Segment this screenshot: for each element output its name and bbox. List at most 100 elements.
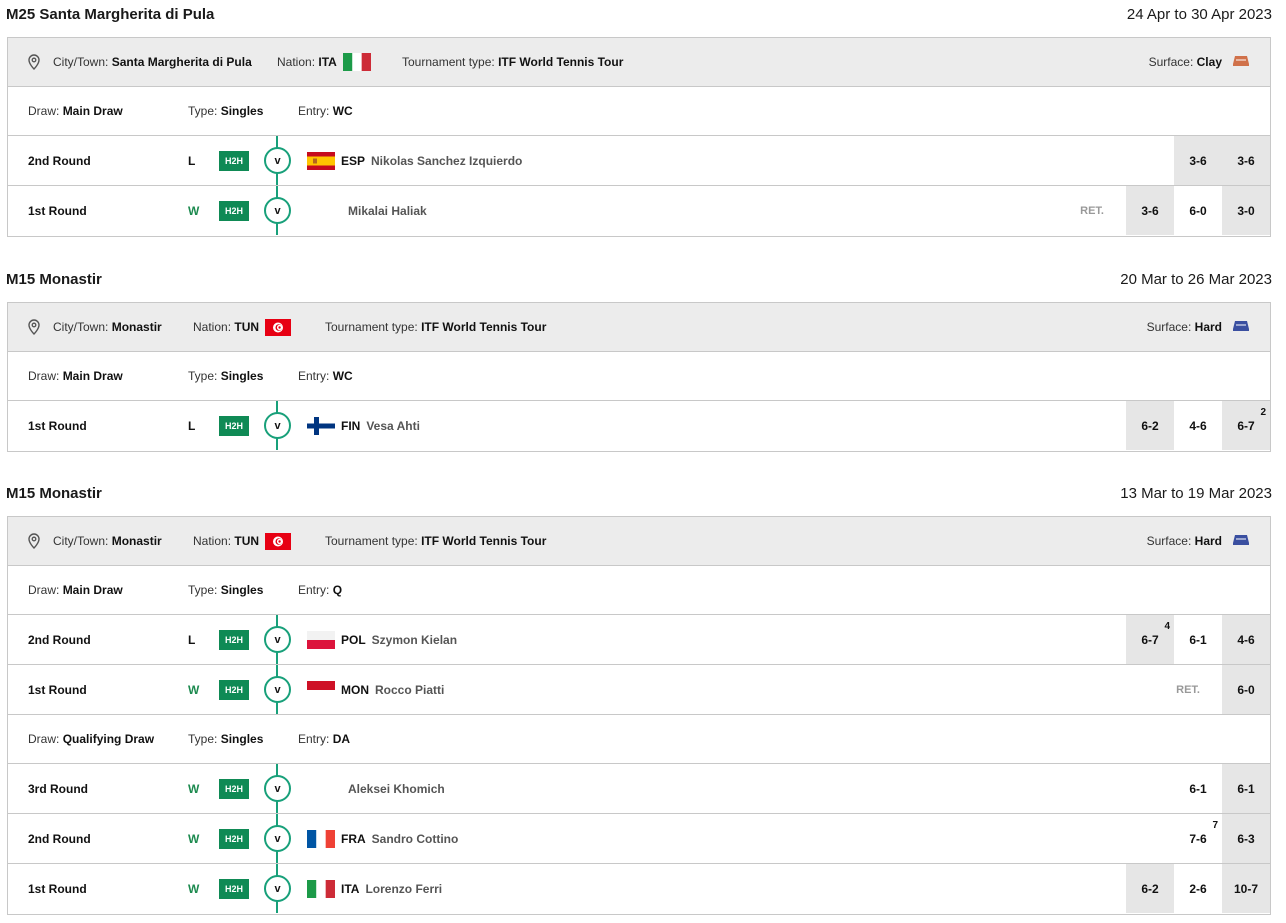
tournament-info-row: City/Town: Santa Margherita di Pula Natio… bbox=[8, 38, 1270, 87]
tunisia-flag bbox=[265, 532, 292, 550]
tournament-info-row: City/Town: Monastir Nation: TUN Tournament… bbox=[8, 303, 1270, 352]
h2h-button[interactable]: H2H bbox=[219, 828, 249, 849]
opponent: POL Szymon Kielan bbox=[341, 615, 457, 664]
h2h-button[interactable]: H2H bbox=[219, 150, 249, 171]
match-detail-button[interactable]: v bbox=[264, 197, 291, 224]
tournament-header: M15 Monastir 13 Mar to 19 Mar 2023 bbox=[6, 479, 1272, 507]
h2h-button[interactable]: H2H bbox=[219, 778, 249, 799]
draw-type-value: Singles bbox=[220, 104, 264, 118]
entry-value: WC bbox=[332, 369, 353, 383]
h2h-button-wrap: H2H bbox=[219, 615, 249, 664]
set-score-value: 3-6 bbox=[1189, 153, 1207, 168]
match-detail-button[interactable]: v bbox=[264, 147, 291, 174]
match-detail-button[interactable]: v bbox=[264, 412, 291, 439]
set-score: 6-2 bbox=[1126, 401, 1174, 450]
entry-field: Entry: WC bbox=[298, 87, 353, 135]
draw-type-field: Type: Singles bbox=[188, 352, 263, 400]
opponent-name-link[interactable]: Aleksei Khomich bbox=[348, 782, 445, 796]
match-row: 2nd Round L H2H v POL Szymon Kielan 6-7 4 6-1 4-6 bbox=[8, 615, 1270, 665]
round-label: 1st Round bbox=[28, 682, 87, 697]
surface-field: Surface: Hard bbox=[1147, 303, 1250, 351]
draw-type-field: Type: Singles bbox=[188, 715, 263, 763]
match-row: 2nd Round W H2H v FRA Sandro Cottino 7-6 7 6-3 bbox=[8, 814, 1270, 864]
match-row: 3rd Round W H2H v Aleksei Khomich 6-1 6-1 bbox=[8, 764, 1270, 814]
tournament-name[interactable]: M15 Monastir bbox=[6, 271, 102, 288]
surface-field: Surface: Hard bbox=[1147, 517, 1250, 565]
draw-label: Draw: bbox=[28, 369, 60, 383]
tournament-type-field: Tournament type: ITF World Tennis Tour bbox=[325, 517, 546, 565]
set-score: 3-0 bbox=[1222, 186, 1270, 235]
draw-label: Draw: bbox=[28, 732, 60, 746]
set-score-value: 6-0 bbox=[1189, 203, 1207, 218]
h2h-button[interactable]: H2H bbox=[219, 679, 249, 700]
tournament-name[interactable]: M15 Monastir bbox=[6, 485, 102, 502]
draw-field: Draw: Main Draw bbox=[28, 87, 123, 135]
match-detail-button[interactable]: v bbox=[264, 775, 291, 802]
opponent-name-link[interactable]: Mikalai Haliak bbox=[348, 204, 427, 218]
opponent-name-link[interactable]: Szymon Kielan bbox=[372, 633, 457, 647]
set-score: 7-6 7 bbox=[1174, 814, 1222, 863]
set-score: 3-6 bbox=[1174, 136, 1222, 185]
opponent-name-link[interactable]: Rocco Piatti bbox=[375, 683, 444, 697]
retired-label: RET. bbox=[1080, 204, 1104, 217]
draw-info-row: Draw: Main Draw Type: Singles Entry: Q bbox=[8, 566, 1270, 615]
entry-label: Entry: bbox=[298, 732, 330, 746]
opponent-country-code: ESP bbox=[341, 153, 366, 168]
draw-type-label: Type: bbox=[188, 104, 218, 118]
city-value: Santa Margherita di Pula bbox=[111, 55, 252, 69]
h2h-button-wrap: H2H bbox=[219, 136, 249, 185]
draw-info-row: Draw: Main Draw Type: Singles Entry: WC bbox=[8, 87, 1270, 136]
opponent-name-link[interactable]: Sandro Cottino bbox=[372, 832, 459, 846]
tiebreak-score: 4 bbox=[1164, 621, 1170, 632]
surface-label: Surface: bbox=[1148, 55, 1194, 69]
tournament-dates: 13 Mar to 19 Mar 2023 bbox=[1120, 484, 1272, 502]
h2h-button[interactable]: H2H bbox=[219, 200, 249, 221]
surface-value: Hard bbox=[1194, 534, 1222, 548]
nation-field: Nation: TUN bbox=[193, 517, 292, 565]
tournament-type-label: Tournament type: bbox=[325, 534, 418, 548]
h2h-button-wrap: H2H bbox=[219, 764, 249, 813]
location-pin-icon bbox=[27, 38, 41, 86]
match-detail-button[interactable]: v bbox=[264, 626, 291, 653]
opponent: FIN Vesa Ahti bbox=[341, 401, 420, 450]
set-score-value: 3-6 bbox=[1237, 153, 1255, 168]
match-result: L bbox=[188, 418, 196, 433]
france-flag bbox=[307, 814, 335, 863]
match-detail-button[interactable]: v bbox=[264, 676, 291, 703]
court-surface-icon bbox=[1232, 534, 1250, 549]
round-label: 2nd Round bbox=[28, 153, 91, 168]
set-score-value: 6-2 bbox=[1141, 418, 1159, 433]
opponent-name-link[interactable]: Lorenzo Ferri bbox=[365, 882, 442, 896]
h2h-button[interactable]: H2H bbox=[219, 629, 249, 650]
tournament-name[interactable]: M25 Santa Margherita di Pula bbox=[6, 6, 214, 23]
entry-field: Entry: WC bbox=[298, 352, 353, 400]
set-score-value: 6-0 bbox=[1237, 682, 1255, 697]
draw-type-label: Type: bbox=[188, 583, 218, 597]
spain-flag bbox=[307, 136, 335, 185]
opponent-name-link[interactable]: Nikolas Sanchez Izquierdo bbox=[371, 154, 522, 168]
opponent: ESP Nikolas Sanchez Izquierdo bbox=[341, 136, 522, 185]
set-score-value: 4-6 bbox=[1237, 632, 1255, 647]
opponent: ITA Lorenzo Ferri bbox=[341, 864, 442, 913]
draw-label: Draw: bbox=[28, 104, 60, 118]
match-row: 1st Round W H2H v ITA Lorenzo Ferri 6-2 2-6 10-7 bbox=[8, 864, 1270, 914]
tiebreak-score: 2 bbox=[1260, 407, 1266, 418]
draw-type-value: Singles bbox=[220, 369, 264, 383]
round-label: 2nd Round bbox=[28, 632, 91, 647]
match-detail-button[interactable]: v bbox=[264, 825, 291, 852]
match-result: W bbox=[188, 781, 200, 796]
set-score-value: 6-1 bbox=[1189, 632, 1207, 647]
tunisia-flag bbox=[265, 318, 292, 336]
draw-type-field: Type: Singles bbox=[188, 87, 263, 135]
match-detail-button[interactable]: v bbox=[264, 875, 291, 902]
h2h-button[interactable]: H2H bbox=[219, 415, 249, 436]
draw-type-label: Type: bbox=[188, 369, 218, 383]
h2h-button[interactable]: H2H bbox=[219, 878, 249, 899]
tournament-card: City/Town: Santa Margherita di Pula Natio… bbox=[7, 37, 1271, 237]
opponent-name-link[interactable]: Vesa Ahti bbox=[366, 419, 420, 433]
tournament-type-label: Tournament type: bbox=[402, 55, 495, 69]
match-result: W bbox=[188, 203, 200, 218]
court-surface-icon bbox=[1232, 55, 1250, 70]
opponent-country-code: FIN bbox=[341, 418, 361, 433]
draw-type-label: Type: bbox=[188, 732, 218, 746]
